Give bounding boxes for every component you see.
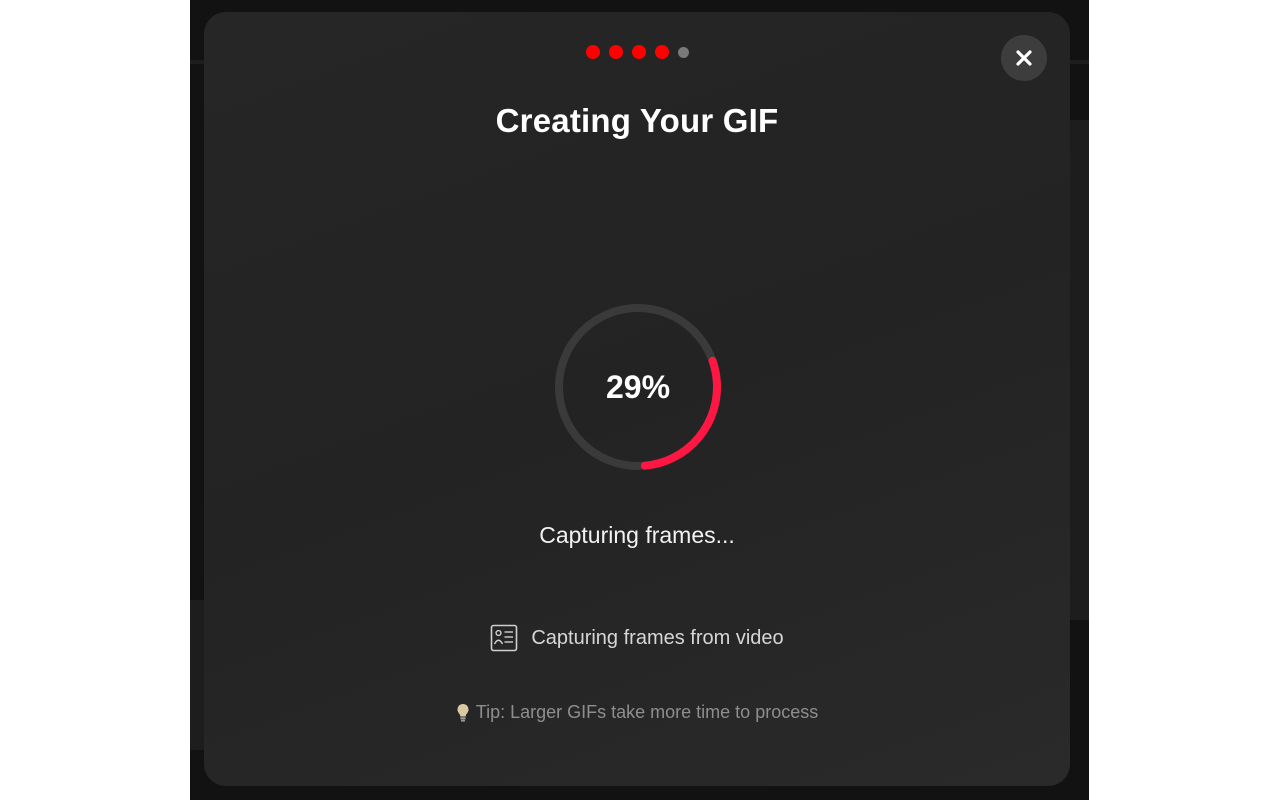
step-dot: [654, 45, 669, 59]
tip: Tip: Larger GIFs take more time to proce…: [204, 702, 1070, 723]
current-step: Capturing frames from video: [204, 624, 1070, 652]
step-dot: [608, 45, 623, 59]
lightbulb-icon: [457, 703, 469, 722]
progress-percentage: 29%: [605, 368, 671, 405]
step-label: Capturing frames from video: [531, 626, 784, 649]
close-icon: [1016, 50, 1032, 66]
modal-title: Creating Your GIF: [495, 102, 779, 139]
step-indicator: [204, 45, 1070, 59]
frames-icon: [491, 624, 518, 652]
step-dot: [677, 46, 689, 58]
backdrop-detail: [1070, 120, 1089, 620]
step-dot: [631, 45, 646, 59]
step-dot: [585, 45, 600, 59]
close-button[interactable]: [1001, 35, 1047, 81]
tip-text: Tip: Larger GIFs take more time to proce…: [475, 702, 819, 722]
backdrop-detail: [190, 600, 204, 750]
gif-creation-modal: Creating Your GIF 29% Capturing frames..…: [204, 12, 1070, 786]
status-text: Capturing frames...: [539, 522, 735, 548]
